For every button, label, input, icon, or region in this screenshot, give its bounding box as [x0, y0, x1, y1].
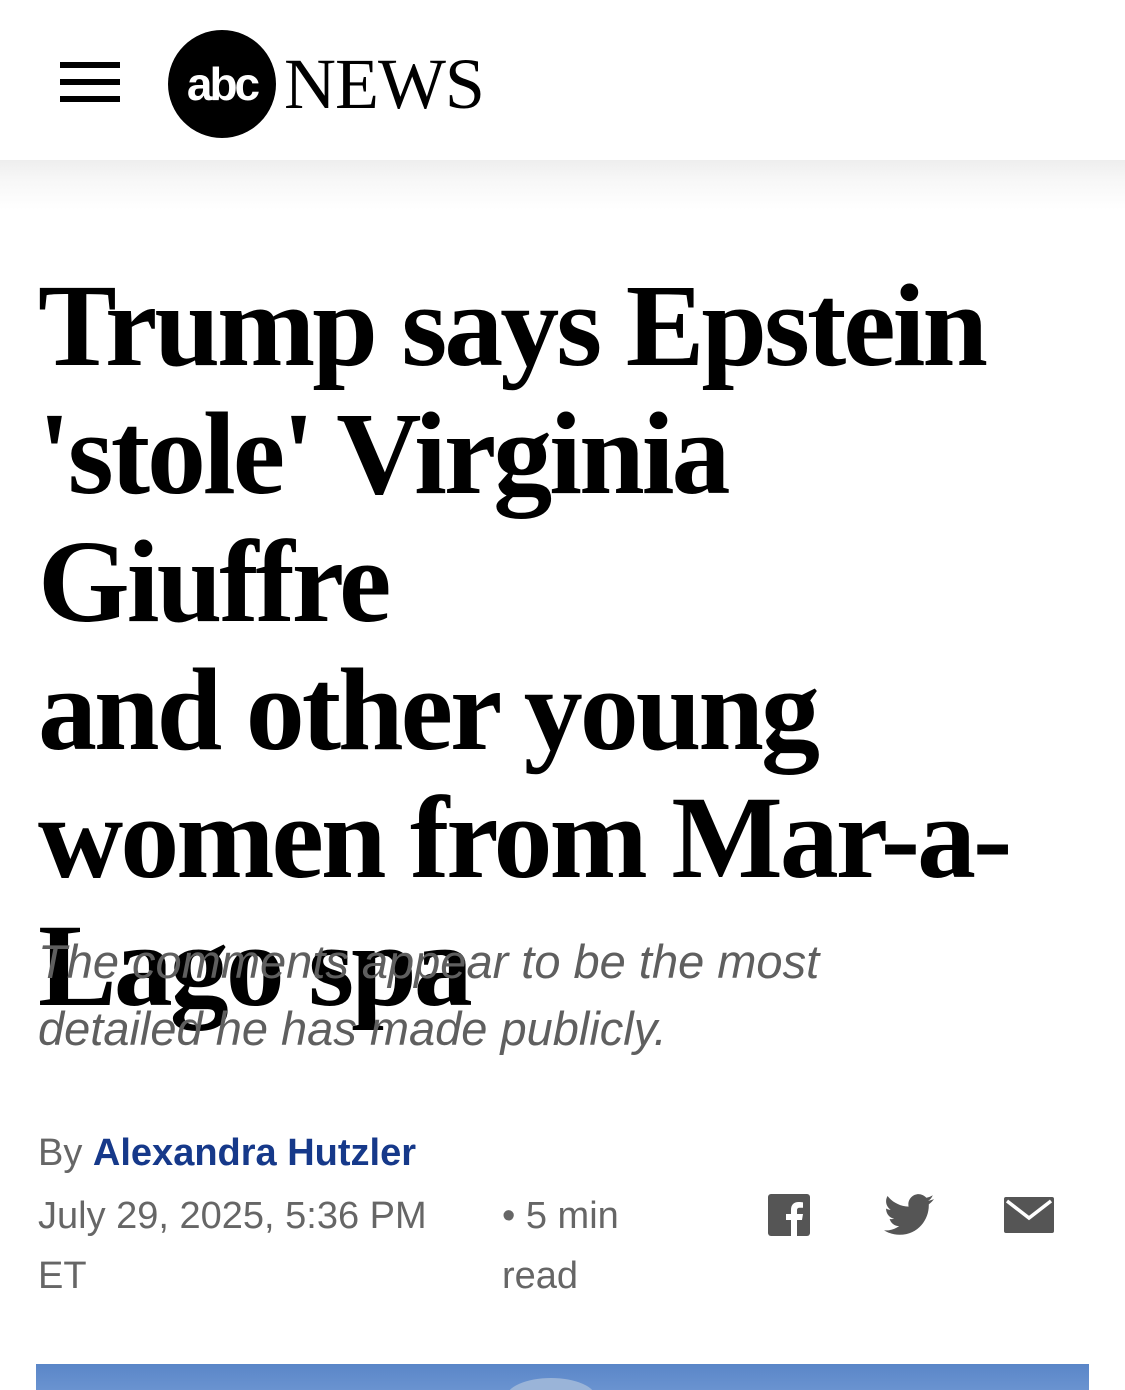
menu-line: [60, 79, 120, 85]
top-navigation-bar: abc NEWS: [0, 0, 1125, 160]
subheadline-line: The comments appear to be the most: [38, 935, 820, 988]
menu-line: [60, 96, 120, 102]
article-hero-image[interactable]: [36, 1364, 1089, 1390]
byline-prefix: By: [38, 1132, 83, 1174]
headline-line: and other young: [38, 644, 820, 775]
twitter-icon[interactable]: [884, 1194, 934, 1236]
facebook-icon[interactable]: [768, 1194, 810, 1236]
read-time: • 5 min read: [502, 1186, 672, 1306]
headline-line: Trump says Epstein: [38, 260, 988, 391]
author-link[interactable]: Alexandra Hutzler: [93, 1132, 416, 1174]
article-headline: Trump says Epstein 'stole' Virginia Giuf…: [38, 262, 1098, 1030]
headline-line: women from Mar-a-: [38, 772, 1012, 903]
hamburger-menu-icon[interactable]: [60, 62, 120, 106]
abc-logo-text: abc: [186, 58, 260, 110]
read-time-line: • 5 min: [502, 1195, 619, 1237]
publish-date-line: July 29, 2025, 5:36 PM: [38, 1195, 427, 1237]
publish-date: July 29, 2025, 5:36 PM ET: [38, 1186, 488, 1306]
subheadline-line: detailed he has made publicly.: [38, 1002, 667, 1055]
publish-date-timezone: ET: [38, 1255, 87, 1297]
byline: By Alexandra Hutzler: [38, 1126, 416, 1180]
menu-line: [60, 62, 120, 68]
email-icon[interactable]: [1004, 1197, 1054, 1233]
header-shadow: [0, 160, 1125, 210]
headline-line: 'stole' Virginia Giuffre: [38, 388, 730, 647]
read-time-line: read: [502, 1255, 579, 1297]
news-logo-text: NEWS: [284, 44, 485, 124]
hero-image-detail: [506, 1378, 596, 1390]
article-subheadline: The comments appear to be the most detai…: [38, 928, 998, 1062]
